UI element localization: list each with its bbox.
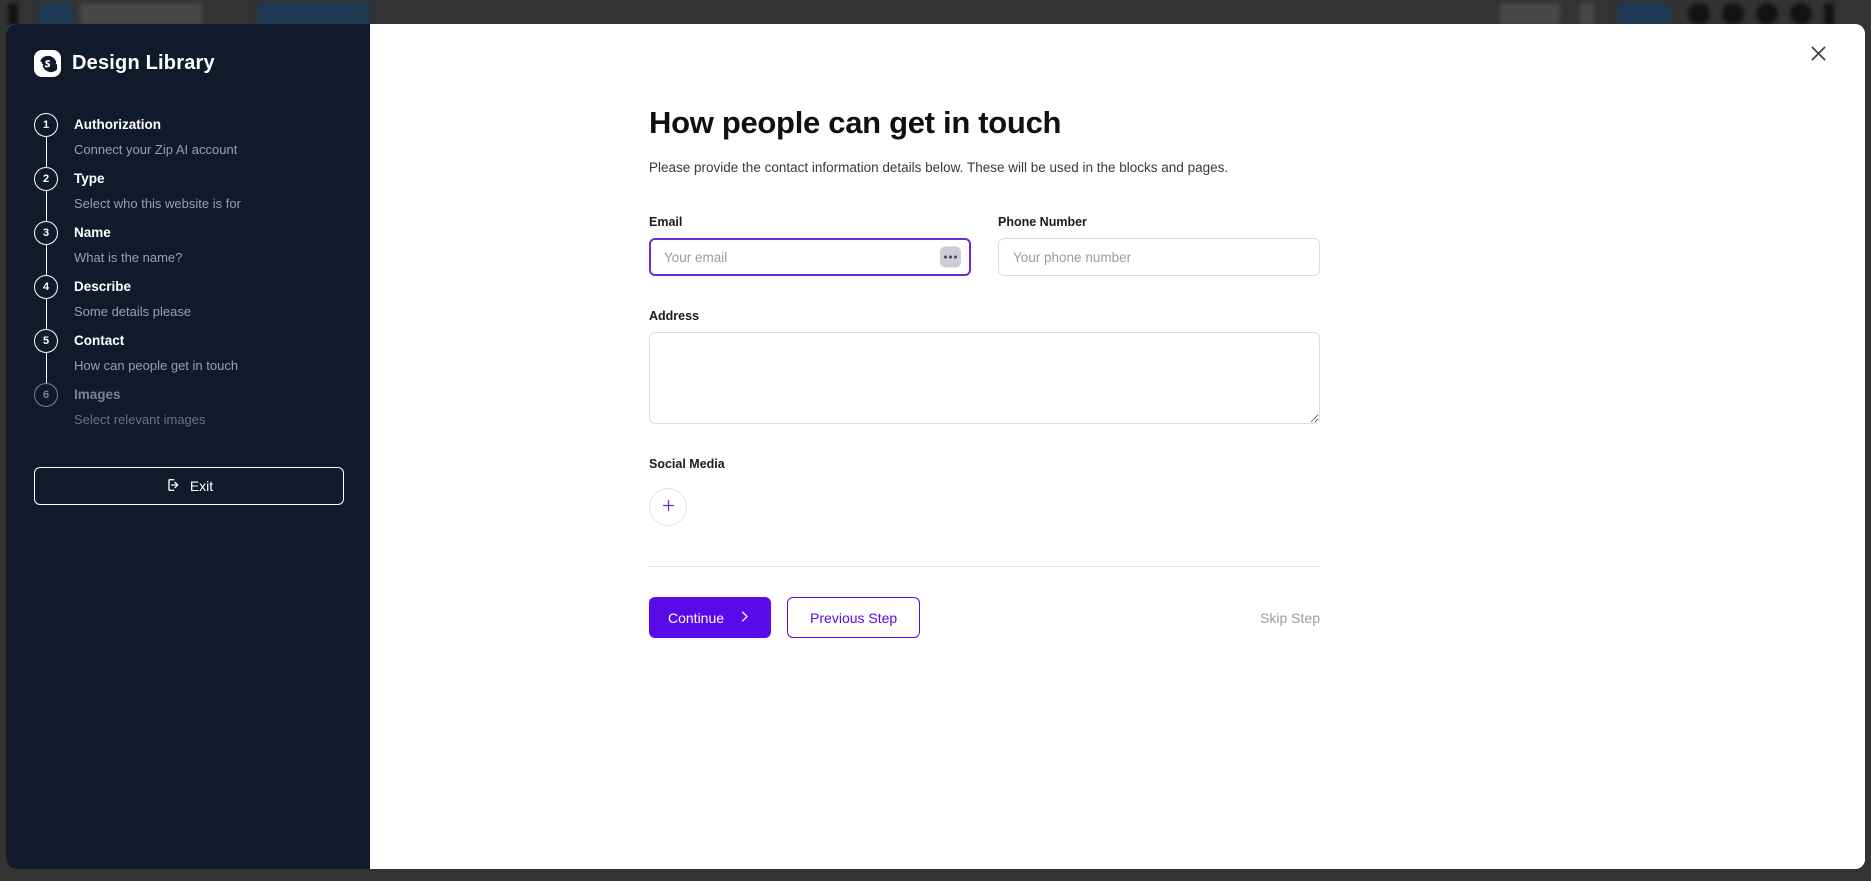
exit-section: Exit	[6, 437, 370, 505]
email-field-group: Email	[649, 215, 971, 276]
step-number: 3	[34, 221, 58, 245]
social-media-group: Social Media	[649, 457, 1449, 526]
step-rail: 6	[34, 383, 58, 437]
backdrop-chip	[1618, 3, 1670, 25]
phone-field-group: Phone Number	[998, 215, 1320, 276]
step-title: Contact	[74, 333, 125, 348]
backdrop-chip	[1722, 3, 1744, 25]
backdrop-chip	[1688, 3, 1710, 25]
step-title: Images	[74, 387, 121, 402]
ellipsis-dot	[949, 255, 952, 259]
sidebar-step-describe[interactable]: 4 Describe Some details please	[34, 275, 342, 329]
step-description: What is the name?	[74, 250, 183, 265]
ellipsis-icon[interactable]	[940, 246, 961, 268]
page-title: How people can get in touch	[649, 105, 1062, 140]
backdrop-chip	[1790, 3, 1812, 25]
wizard-sidebar: Design Library 1 Authorization Connect y…	[6, 24, 370, 869]
step-body: Type Select who this website is for	[74, 167, 241, 221]
phone-input[interactable]	[998, 238, 1320, 276]
email-label: Email	[649, 215, 683, 229]
step-number: 1	[34, 113, 58, 137]
sidebar-step-type[interactable]: 2 Type Select who this website is for	[34, 167, 342, 221]
wizard-steps: 1 Authorization Connect your Zip AI acco…	[6, 113, 370, 437]
add-social-button[interactable]	[649, 488, 687, 526]
step-body: Authorization Connect your Zip AI accoun…	[74, 113, 237, 167]
continue-label: Continue	[668, 609, 725, 626]
wizard-actions: Continue Previous Step Skip Step	[649, 597, 1320, 638]
address-field-group: Address	[649, 309, 1449, 424]
section-divider	[649, 566, 1320, 567]
step-rail: 3	[34, 221, 58, 275]
email-input[interactable]	[649, 238, 971, 276]
step-title: Type	[74, 171, 105, 186]
backdrop-chip	[1824, 3, 1834, 25]
step-title: Describe	[74, 279, 132, 294]
close-icon[interactable]	[1801, 36, 1835, 70]
step-number: 4	[34, 275, 58, 299]
shopify-logo-icon	[34, 50, 61, 77]
step-body: Name What is the name?	[74, 221, 182, 275]
backdrop-chip	[38, 3, 74, 25]
backdrop-chip	[80, 3, 202, 25]
sidebar-step-contact[interactable]: 5 Contact How can people get in touch	[34, 329, 342, 383]
onboarding-modal: Design Library 1 Authorization Connect y…	[6, 24, 1865, 869]
phone-input-wrap	[998, 238, 1320, 276]
step-rail: 4	[34, 275, 58, 329]
continue-button[interactable]: Continue	[649, 597, 772, 638]
logout-icon	[165, 477, 181, 496]
previous-step-button[interactable]: Previous Step	[787, 597, 921, 638]
backdrop-chip	[1500, 3, 1560, 25]
exit-button[interactable]: Exit	[34, 467, 344, 505]
contact-row: Email Phone Number	[649, 215, 1449, 276]
step-description: Connect your Zip AI account	[74, 142, 238, 157]
step-description: Select who this website is for	[74, 196, 241, 211]
step-number: 6	[34, 383, 58, 407]
step-connector	[45, 137, 47, 167]
step-description: How can people get in touch	[74, 358, 239, 373]
exit-label: Exit	[189, 478, 214, 494]
page-subtitle: Please provide the contact information d…	[649, 160, 1229, 175]
step-description: Some details please	[74, 304, 192, 319]
step-description: Select relevant images	[74, 412, 206, 427]
address-input[interactable]	[649, 332, 1320, 424]
step-body: Contact How can people get in touch	[74, 329, 238, 383]
sidebar-step-name[interactable]: 3 Name What is the name?	[34, 221, 342, 275]
step-title: Name	[74, 225, 111, 240]
sidebar-step-authorization[interactable]: 1 Authorization Connect your Zip AI acco…	[34, 113, 342, 167]
backdrop-chip	[8, 3, 18, 25]
plus-icon	[660, 497, 677, 517]
brand: Design Library	[6, 50, 370, 77]
step-rail: 5	[34, 329, 58, 383]
step-number: 5	[34, 329, 58, 353]
brand-title: Design Library	[72, 52, 215, 74]
step-connector	[45, 191, 47, 221]
step-connector	[45, 353, 47, 383]
step-body: Describe Some details please	[74, 275, 191, 329]
step-rail: 1	[34, 113, 58, 167]
step-body: Images Select relevant images	[74, 383, 206, 437]
backdrop-chip	[1756, 3, 1778, 25]
email-input-wrap	[649, 238, 971, 276]
step-connector	[45, 299, 47, 329]
sidebar-step-images[interactable]: 6 Images Select relevant images	[34, 383, 342, 437]
step-title: Authorization	[74, 117, 161, 132]
backdrop-chip	[1580, 3, 1594, 25]
phone-label: Phone Number	[998, 215, 1087, 229]
step-rail: 2	[34, 167, 58, 221]
chevron-right-icon	[737, 609, 752, 627]
step-number: 2	[34, 167, 58, 191]
ellipsis-dot	[944, 255, 947, 259]
backdrop-chip	[258, 3, 370, 25]
ellipsis-dot	[954, 255, 957, 259]
social-media-label: Social Media	[649, 457, 725, 471]
step-connector	[45, 245, 47, 275]
wizard-main-panel: How people can get in touch Please provi…	[370, 24, 1865, 869]
address-label: Address	[649, 309, 700, 323]
step-connector	[46, 407, 47, 437]
skip-step-button[interactable]: Skip Step	[1260, 610, 1320, 626]
form-content: How people can get in touch Please provi…	[649, 104, 1449, 638]
